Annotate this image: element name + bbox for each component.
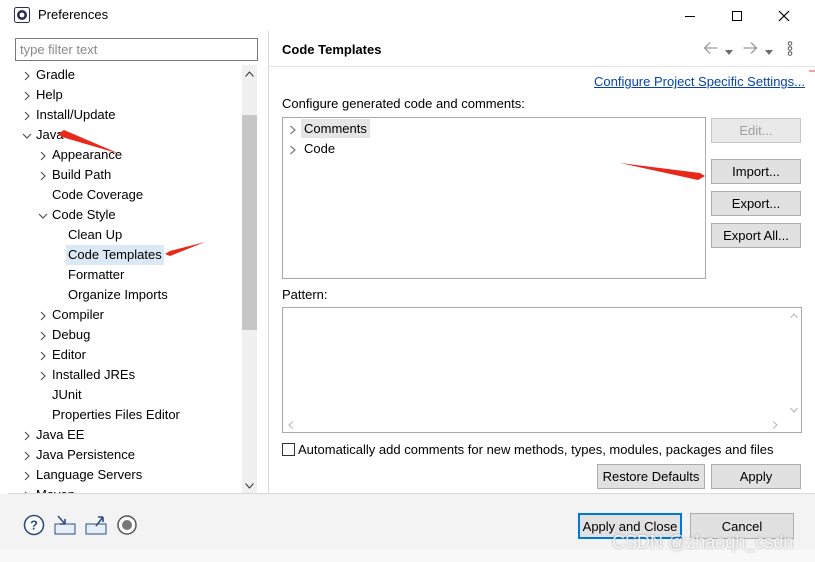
annotation-arrows: [58, 130, 705, 256]
arrow-to-java: [58, 130, 120, 154]
arrow-to-code-templates: [165, 242, 205, 256]
arrow-to-import: [620, 163, 705, 180]
